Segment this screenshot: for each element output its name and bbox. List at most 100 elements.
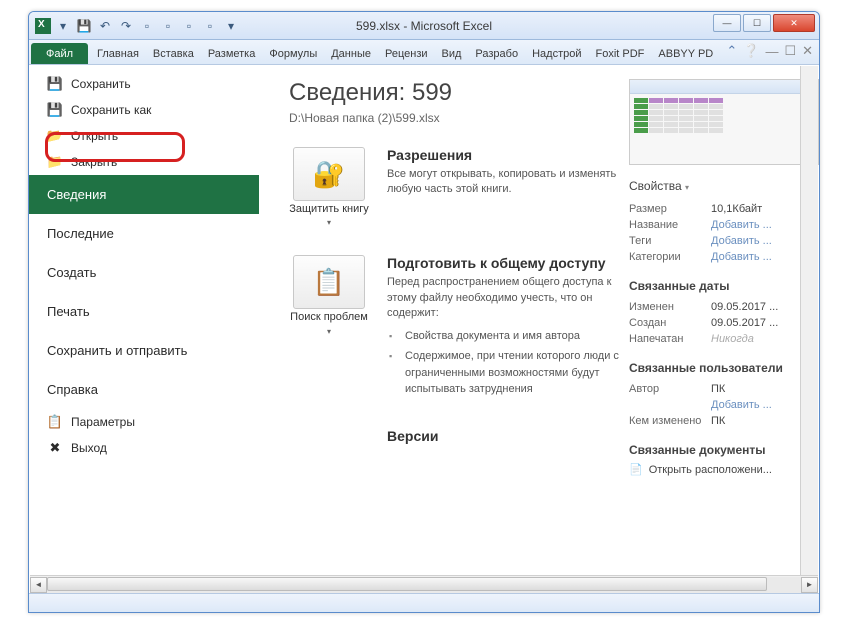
tab-foxit[interactable]: Foxit PDF: [589, 43, 652, 64]
qat-btn-1[interactable]: ▫: [138, 17, 156, 35]
permissions-text: Все могут открывать, копировать и изменя…: [387, 167, 619, 198]
prop-created-label: Создан: [629, 317, 711, 329]
sidebar-label: Сведения: [47, 187, 106, 202]
sidebar-open[interactable]: 📂 Открыть: [29, 123, 259, 149]
help-icon[interactable]: ❔: [743, 43, 759, 59]
exit-icon: ✖: [47, 440, 63, 456]
sidebar-label: Последние: [47, 226, 114, 241]
properties-panel: Свойства ▾ Размер10,1Кбайт НазваниеДобав…: [619, 79, 819, 592]
protect-workbook-button[interactable]: 🔐 Защитить книгу ▾: [289, 147, 369, 229]
prepare-title: Подготовить к общему доступу: [387, 255, 619, 271]
backstage-sidebar: 💾 Сохранить 💾 Сохранить как 📂 Открыть 📁 …: [29, 65, 259, 592]
sidebar-label: Выход: [71, 441, 107, 455]
open-location-label: Открыть расположени...: [649, 464, 772, 476]
sidebar-save-send[interactable]: Сохранить и отправить: [29, 331, 259, 370]
permissions-section: 🔐 Защитить книгу ▾ Разрешения Все могут …: [289, 147, 619, 229]
sidebar-save-as[interactable]: 💾 Сохранить как: [29, 97, 259, 123]
scroll-right-button[interactable]: ►: [801, 577, 818, 593]
sidebar-help[interactable]: Справка: [29, 370, 259, 409]
permissions-title: Разрешения: [387, 147, 619, 163]
sidebar-print[interactable]: Печать: [29, 292, 259, 331]
window-close-icon[interactable]: ✕: [802, 43, 813, 59]
tab-data[interactable]: Данные: [324, 43, 378, 64]
prop-tags-value[interactable]: Добавить ...: [711, 235, 772, 247]
related-dates-title: Связанные даты: [629, 279, 819, 293]
window-restore-icon[interactable]: ☐: [784, 43, 796, 59]
vertical-scrollbar[interactable]: [800, 66, 818, 575]
sidebar-label: Печать: [47, 304, 90, 319]
prop-title-value[interactable]: Добавить ...: [711, 219, 772, 231]
versions-title: Версии: [387, 428, 619, 444]
sidebar-label: Открыть: [71, 129, 118, 143]
sidebar-label: Справка: [47, 382, 98, 397]
qat-more-icon[interactable]: ▾: [222, 17, 240, 35]
save-as-icon: 💾: [47, 102, 63, 118]
scroll-thumb[interactable]: [47, 577, 767, 591]
prop-printed-value: Никогда: [711, 333, 754, 345]
qat-dropdown-icon[interactable]: ▾: [54, 17, 72, 35]
check-label: Поиск проблем: [290, 311, 368, 323]
qat-btn-3[interactable]: ▫: [180, 17, 198, 35]
prop-lastmod-label: Кем изменено: [629, 415, 711, 427]
prop-author-label: Автор: [629, 383, 711, 395]
sidebar-label: Параметры: [71, 415, 135, 429]
prop-author-value: ПК: [711, 383, 725, 395]
tab-addins[interactable]: Надстрой: [525, 43, 588, 64]
tab-formulas[interactable]: Формулы: [262, 43, 324, 64]
prop-categories-value[interactable]: Добавить ...: [711, 251, 772, 263]
open-location-link[interactable]: 📄 Открыть расположени...: [629, 463, 819, 476]
maximize-button[interactable]: ☐: [743, 14, 771, 32]
qat-btn-2[interactable]: ▫: [159, 17, 177, 35]
sidebar-info[interactable]: Сведения: [29, 175, 259, 214]
sidebar-save[interactable]: 💾 Сохранить: [29, 71, 259, 97]
close-button[interactable]: ✕: [773, 14, 815, 32]
check-issues-button[interactable]: 📋 Поиск проблем ▾: [289, 255, 369, 401]
sidebar-close[interactable]: 📁 Закрыть: [29, 149, 259, 175]
prop-title-label: Название: [629, 219, 711, 231]
tab-abbyy[interactable]: ABBYY PD: [651, 43, 720, 64]
prop-modified-value: 09.05.2017 ...: [711, 301, 778, 313]
tab-layout[interactable]: Разметка: [201, 43, 263, 64]
properties-header[interactable]: Свойства ▾: [629, 179, 819, 193]
qat-btn-4[interactable]: ▫: [201, 17, 219, 35]
sidebar-options[interactable]: 📋 Параметры: [29, 409, 259, 435]
titlebar: ▾ 💾 ↶ ↷ ▫ ▫ ▫ ▫ ▾ 599.xlsx - Microsoft E…: [29, 12, 819, 40]
window-min-icon[interactable]: —: [765, 44, 778, 59]
save-icon: 💾: [47, 76, 63, 92]
horizontal-scrollbar[interactable]: ◄ ►: [30, 575, 818, 593]
scroll-left-button[interactable]: ◄: [30, 577, 47, 593]
ribbon-min-icon[interactable]: ⌃: [726, 43, 737, 59]
checklist-icon: 📋: [313, 267, 345, 298]
save-icon[interactable]: 💾: [75, 17, 93, 35]
prop-created-value: 09.05.2017 ...: [711, 317, 778, 329]
minimize-button[interactable]: —: [713, 14, 741, 32]
document-thumbnail[interactable]: [629, 79, 819, 165]
tab-review[interactable]: Рецензи: [378, 43, 435, 64]
related-docs-title: Связанные документы: [629, 443, 819, 457]
prepare-share-section: 📋 Поиск проблем ▾ Подготовить к общему д…: [289, 255, 619, 401]
prop-tags-label: Теги: [629, 235, 711, 247]
tab-file[interactable]: Файл: [31, 43, 88, 64]
sidebar-label: Создать: [47, 265, 96, 280]
folder-icon: 📄: [629, 463, 643, 476]
backstage-content: Сведения: 599 D:\Новая папка (2)\599.xls…: [259, 65, 819, 592]
close-file-icon: 📁: [47, 154, 63, 170]
protect-label: Защитить книгу: [289, 203, 369, 215]
lock-icon: 🔐: [313, 159, 345, 190]
sidebar-exit[interactable]: ✖ Выход: [29, 435, 259, 461]
app-window: ▾ 💾 ↶ ↷ ▫ ▫ ▫ ▫ ▾ 599.xlsx - Microsoft E…: [28, 11, 820, 613]
tab-insert[interactable]: Вставка: [146, 43, 201, 64]
tab-home[interactable]: Главная: [90, 43, 146, 64]
prop-size-label: Размер: [629, 203, 711, 215]
sidebar-recent[interactable]: Последние: [29, 214, 259, 253]
sidebar-label: Сохранить и отправить: [47, 343, 187, 358]
undo-icon[interactable]: ↶: [96, 17, 114, 35]
prop-printed-label: Напечатан: [629, 333, 711, 345]
sidebar-new[interactable]: Создать: [29, 253, 259, 292]
prepare-item: Свойства документа и имя автора: [401, 328, 619, 345]
sidebar-label: Сохранить: [71, 77, 131, 91]
tab-developer[interactable]: Разрабо: [468, 43, 525, 64]
redo-icon[interactable]: ↷: [117, 17, 135, 35]
add-author-link[interactable]: Добавить ...: [711, 399, 772, 411]
tab-view[interactable]: Вид: [435, 43, 469, 64]
